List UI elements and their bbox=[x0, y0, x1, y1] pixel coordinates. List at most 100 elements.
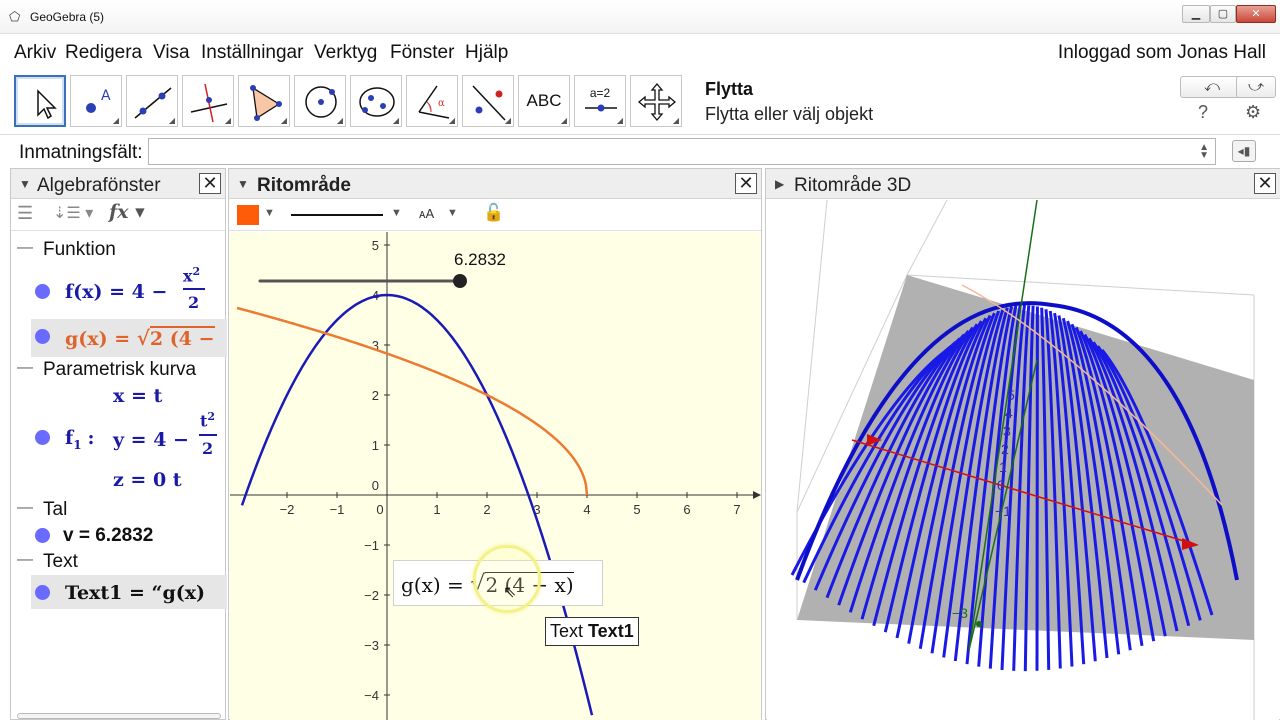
login-status[interactable]: Inloggad som Jonas Hall bbox=[1058, 42, 1266, 64]
tool-help-description: Flytta eller välj objekt bbox=[705, 104, 874, 124]
slider-handle[interactable] bbox=[453, 274, 467, 288]
undo-button[interactable]: ⤺ bbox=[1180, 76, 1244, 98]
tool-point[interactable]: A ◢ bbox=[70, 75, 122, 127]
graphics3d-canvas[interactable]: 5 4 3 2 1 0 −1 −3 bbox=[767, 200, 1279, 720]
algebra-item-g[interactable]: g(x) = √2 (4 − bbox=[65, 326, 215, 350]
graphics3d-panel-header: ▶ Ritområde 3D ✕ bbox=[766, 169, 1280, 199]
curve-g[interactable] bbox=[236, 306, 589, 496]
close-3d-icon[interactable]: ✕ bbox=[1254, 173, 1276, 194]
algebra-horizontal-scrollbar[interactable] bbox=[17, 713, 221, 719]
algebra-item-f[interactable]: f(x) = 4 − bbox=[65, 281, 167, 303]
input-bar-field[interactable]: ▲ ▼ bbox=[148, 138, 1216, 165]
collapse-text-icon[interactable]: — bbox=[17, 551, 33, 569]
menu-redigera[interactable]: Redigera bbox=[65, 42, 142, 64]
input-bar-label: Inmatningsfält: bbox=[19, 142, 143, 163]
z-axis-label: 0 bbox=[997, 477, 1005, 493]
collapse-parametrisk-icon[interactable]: — bbox=[17, 359, 33, 377]
unlock-icon[interactable]: 🔓 bbox=[483, 203, 504, 223]
collapse-funktion-icon[interactable]: — bbox=[17, 239, 33, 257]
f1-z-line[interactable]: z = 0 t bbox=[113, 469, 182, 491]
visibility-toggle-v[interactable] bbox=[35, 528, 50, 543]
group-text-label: Text bbox=[43, 551, 78, 572]
visibility-toggle-f1[interactable] bbox=[35, 430, 50, 445]
tool-line[interactable]: ◢ bbox=[126, 75, 178, 127]
collapse-triangle-icon[interactable]: ▼ bbox=[19, 177, 31, 191]
auxiliary-objects-icon[interactable]: ☰ bbox=[17, 203, 33, 224]
close-window-button[interactable]: ✕ bbox=[1236, 5, 1276, 23]
x-tick-label: −1 bbox=[330, 502, 345, 517]
x-tick-label: 4 bbox=[583, 502, 590, 517]
menu-installningar[interactable]: Inställningar bbox=[201, 42, 303, 64]
minimize-button[interactable]: ▁ bbox=[1182, 5, 1210, 23]
algebra-item-v[interactable]: v = 6.2832 bbox=[63, 525, 153, 547]
tool-slider[interactable]: a=2 ◢ bbox=[574, 75, 626, 127]
collapse-triangle-icon[interactable]: ▼ bbox=[237, 177, 249, 191]
graphics-canvas[interactable]: −2 −1 0 1 2 3 4 5 6 7 5 4 3 2 1 0 −1 −2 −3 −4 6.2832 g(x) =… bbox=[230, 232, 761, 720]
label-dropdown-icon[interactable]: ▼ bbox=[447, 207, 458, 219]
g-lhs: g(x) = bbox=[65, 328, 137, 350]
fx-description-icon[interactable]: fx ▾ bbox=[109, 201, 145, 223]
keyboard-toggle-icon[interactable]: ◂▮ bbox=[1232, 140, 1256, 162]
y-tick-label: 2 bbox=[372, 388, 379, 403]
maximize-button[interactable]: ▢ bbox=[1210, 5, 1236, 23]
line-style-dropdown-icon[interactable]: ▼ bbox=[391, 207, 402, 219]
tool-perpendicular[interactable]: ◢ bbox=[182, 75, 234, 127]
expand-triangle-icon[interactable]: ▶ bbox=[775, 177, 784, 191]
visibility-toggle-f[interactable] bbox=[35, 284, 50, 299]
tool-reflect[interactable]: ◢ bbox=[462, 75, 514, 127]
tool-arrow-icon: ◢ bbox=[560, 116, 567, 125]
tool-arrow-icon: ◢ bbox=[392, 116, 399, 125]
menu-verktyg[interactable]: Verktyg bbox=[314, 42, 377, 64]
tool-move-graphics[interactable]: ◢ bbox=[630, 75, 682, 127]
visibility-toggle-g[interactable] bbox=[35, 329, 50, 344]
gear-icon[interactable]: ⚙ bbox=[1245, 102, 1261, 123]
line-style-preview[interactable] bbox=[291, 214, 383, 216]
tool-ellipse[interactable]: ◢ bbox=[350, 75, 402, 127]
y-tick-label: −3 bbox=[364, 638, 379, 653]
tool-arrow-icon: ◢ bbox=[616, 116, 623, 125]
tooltip-prefix: Text bbox=[550, 621, 589, 641]
graphics3d-panel-title: Ritområde 3D bbox=[794, 175, 912, 196]
redo-button[interactable]: ⤻ bbox=[1236, 76, 1276, 98]
color-dropdown-icon[interactable]: ▼ bbox=[264, 207, 275, 219]
visibility-toggle-text1[interactable] bbox=[35, 585, 50, 600]
f1-name[interactable]: f1: bbox=[65, 427, 95, 452]
algebra-item-text1[interactable]: Text1 = “g(x) bbox=[65, 582, 205, 604]
graph-svg[interactable]: −2 −1 0 1 2 3 4 5 6 7543210−1−2−3−4 6.2832 bbox=[230, 232, 761, 720]
z-axis-label: 1 bbox=[999, 459, 1007, 475]
history-spinner-icon[interactable]: ▲ ▼ bbox=[1199, 143, 1209, 161]
menu-arkiv[interactable]: Arkiv bbox=[14, 42, 56, 64]
move-arrow-icon bbox=[37, 89, 57, 120]
f1-fraction-bar bbox=[199, 434, 217, 436]
group-funktion-label: Funktion bbox=[43, 239, 116, 260]
slider-v[interactable]: 6.2832 bbox=[258, 250, 506, 288]
menu-visa[interactable]: Visa bbox=[153, 42, 190, 64]
algebra-panel-title: Algebrafönster bbox=[37, 175, 161, 196]
tool-move[interactable] bbox=[14, 75, 66, 127]
group-parametrisk-label: Parametrisk kurva bbox=[43, 359, 197, 380]
f1-y-lhs[interactable]: y = 4 − bbox=[113, 429, 189, 451]
slider-value-label: 6.2832 bbox=[454, 250, 506, 269]
f1-x-line[interactable]: x = t bbox=[113, 385, 162, 407]
tooltip-name: Text1 bbox=[588, 621, 634, 641]
tool-arrow-icon: ◢ bbox=[672, 116, 679, 125]
z-axis-label: 5 bbox=[1007, 387, 1015, 403]
close-algebra-icon[interactable]: ✕ bbox=[199, 173, 221, 194]
tool-text[interactable]: ABC ◢ bbox=[518, 75, 570, 127]
text1-lhs: g(x) = bbox=[401, 573, 471, 597]
collapse-tal-icon[interactable]: — bbox=[17, 499, 33, 517]
close-graphics-icon[interactable]: ✕ bbox=[735, 173, 757, 194]
label-style-icon[interactable]: ᴀA bbox=[419, 206, 434, 221]
sort-order-icon[interactable]: ⇣☰ ▾ bbox=[53, 203, 93, 223]
tool-circle[interactable]: ◢ bbox=[294, 75, 346, 127]
f1-y-numerator: t2 bbox=[200, 410, 216, 431]
help-icon[interactable]: ? bbox=[1198, 102, 1208, 123]
tool-polygon[interactable]: ◢ bbox=[238, 75, 290, 127]
color-swatch[interactable] bbox=[237, 205, 259, 225]
menu-fonster[interactable]: Fönster bbox=[390, 42, 454, 64]
menu-hjalp[interactable]: Hjälp bbox=[465, 42, 508, 64]
window-title: GeoGebra (5) bbox=[30, 10, 105, 24]
text-tool-label: ABC bbox=[526, 91, 562, 110]
tool-angle[interactable]: α ◢ bbox=[406, 75, 458, 127]
surface-3d-svg[interactable]: 5 4 3 2 1 0 −1 −3 bbox=[767, 200, 1279, 720]
